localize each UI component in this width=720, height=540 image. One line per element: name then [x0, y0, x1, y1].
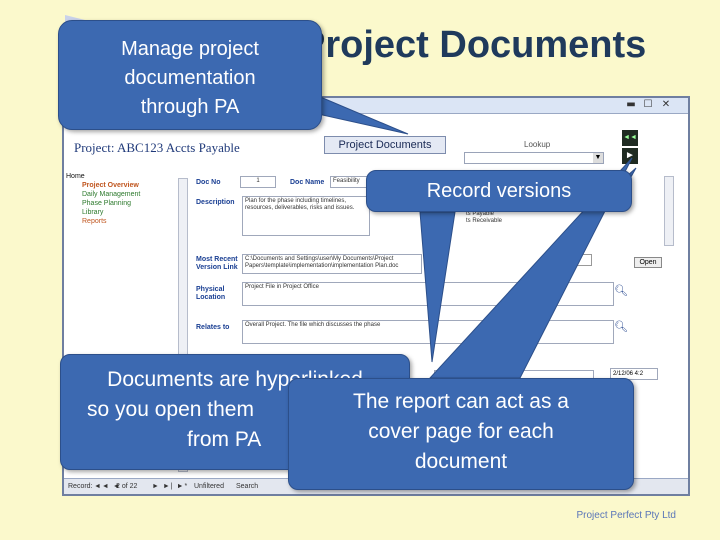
physical-location-label: Physical Location: [196, 286, 225, 302]
lookup-select[interactable]: ▼: [464, 152, 604, 164]
callout-record-versions: Record versions: [366, 170, 632, 212]
recent-version-label: Most Recent Version Link: [196, 256, 238, 272]
footer-credit: Project Perfect Pty Ltd: [576, 510, 677, 521]
project-label: Project: ABC123 Accts Payable: [74, 140, 240, 155]
close-icon[interactable]: ✕: [659, 99, 673, 112]
description-overflow: ts Payable ts Receivable: [464, 210, 660, 244]
doc-name-label: Doc Name: [290, 179, 325, 186]
recent-version-label-line-1: Most Recent: [196, 256, 238, 263]
record-nav-last[interactable]: ► ►| ►*: [152, 479, 188, 494]
minimize-icon[interactable]: ▬: [624, 99, 638, 112]
callout-manage-docs: Manage project documentation through PA: [58, 20, 322, 130]
physical-location-label-line-1: Physical: [196, 286, 225, 293]
record-label: Record:: [68, 483, 93, 490]
forward-arrow-icon[interactable]: ►: [622, 148, 638, 164]
tree-item-phase-planning[interactable]: Phase Planning: [66, 199, 178, 208]
description-scrollbar[interactable]: [664, 176, 674, 246]
physical-location-label-line-2: Location: [196, 294, 226, 301]
description-extra-1: ts Payable: [466, 211, 495, 217]
tree-item-home[interactable]: Home: [66, 172, 178, 181]
tree-item-reports[interactable]: Reports: [66, 217, 178, 226]
back-icon[interactable]: ◄◄: [622, 130, 638, 146]
tree-item-library[interactable]: Library: [66, 208, 178, 217]
slide-title: Project Documents: [300, 24, 647, 66]
callout-manage-line-2: documentation: [124, 67, 256, 89]
tree-item-project-overview[interactable]: Project Overview: [66, 181, 178, 190]
relates-to-field[interactable]: Overall Project. The file which discusse…: [242, 320, 614, 344]
doc-no-label: Doc No: [196, 179, 221, 186]
navigation-tree: Home Project Overview Daily Management P…: [66, 172, 178, 226]
lookup-label: Lookup: [524, 140, 551, 149]
magnifier-icon[interactable]: 🔍︎: [614, 320, 628, 334]
physical-location-field[interactable]: Project File in Project Office: [242, 282, 614, 306]
callout-manage-line-3: through PA: [140, 96, 240, 118]
search-box[interactable]: Search: [236, 479, 258, 494]
chevron-down-icon: ▼: [593, 153, 603, 163]
relates-to-label: Relates to: [196, 324, 230, 331]
recent-version-label-line-2: Version Link: [196, 264, 238, 271]
recent-version-field[interactable]: C:\Documents and Settings\user\My Docume…: [242, 254, 422, 274]
filter-status[interactable]: Unfiltered: [194, 479, 224, 494]
doc-name-field[interactable]: Feasibility: [330, 176, 370, 188]
callout-report-line-3: document: [414, 450, 508, 473]
owner-value: Pro: [484, 371, 495, 378]
doc-no-field[interactable]: 1: [240, 176, 276, 188]
callout-report-cover: The report can act as a cover page for e…: [288, 378, 634, 490]
tree-item-daily-management[interactable]: Daily Management: [66, 190, 178, 199]
callout-report-line-2: cover page for each: [368, 420, 554, 443]
callout-report-line-1: The report can act as a: [353, 390, 569, 413]
description-label: Description: [196, 199, 235, 206]
magnifier-icon[interactable]: 🔍︎: [614, 284, 628, 298]
version-select[interactable]: [562, 254, 592, 266]
record-count: 2 of 22: [116, 483, 138, 490]
owner-label: Owner: [456, 371, 478, 378]
maximize-icon[interactable]: ☐: [641, 99, 655, 112]
open-button[interactable]: Open: [634, 257, 662, 268]
description-extra-2: ts Receivable: [466, 218, 503, 224]
project-documents-button[interactable]: Project Documents: [324, 136, 446, 154]
callout-manage-line-1: Manage project: [121, 38, 259, 60]
description-field[interactable]: Plan for the phase including timelines, …: [242, 196, 370, 236]
